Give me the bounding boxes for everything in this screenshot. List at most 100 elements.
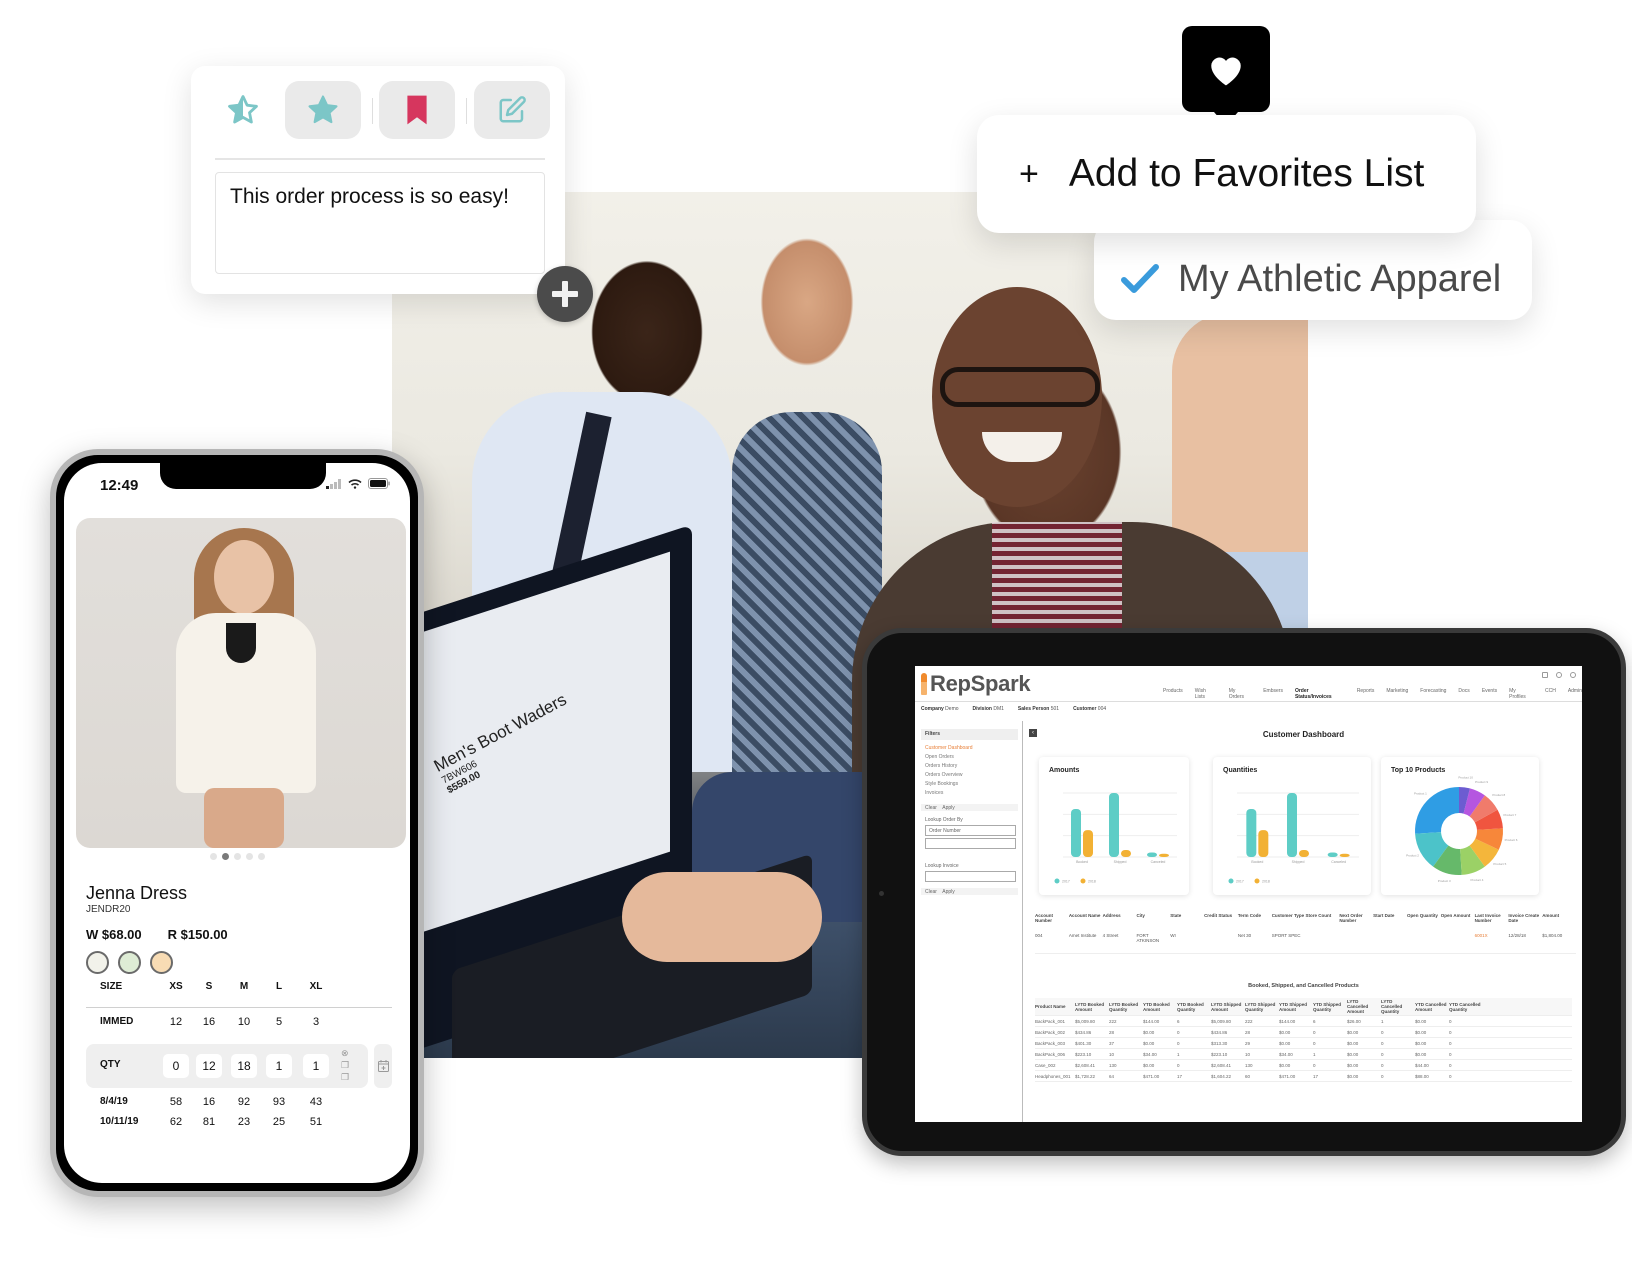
star-half-button[interactable] [205, 81, 281, 139]
product-image[interactable] [76, 518, 406, 848]
apply-button[interactable]: Apply [942, 805, 955, 811]
nav-item[interactable]: Admin [1568, 688, 1582, 700]
column-header[interactable]: LYTD Shipped Amount [1211, 1002, 1245, 1012]
sidebar-link[interactable]: Orders History [925, 762, 1022, 771]
carousel-dot[interactable] [245, 853, 253, 860]
sidebar-link[interactable]: Invoices [925, 789, 1022, 798]
grid-cell: 12 [169, 1016, 183, 1028]
column-header[interactable]: Product Name [1035, 1004, 1075, 1009]
grid-cell: 62 [169, 1116, 183, 1128]
model-legs [204, 788, 284, 848]
context-item[interactable]: Customer 004 [1073, 706, 1106, 712]
color-swatch[interactable] [86, 951, 109, 974]
account-cell [1407, 933, 1441, 943]
nav-item[interactable]: Embsers [1263, 688, 1283, 700]
qty-input[interactable]: 12 [196, 1054, 222, 1078]
calendar-button[interactable] [374, 1044, 392, 1088]
nav-item[interactable]: Marketing [1386, 688, 1408, 700]
sidebar-link[interactable]: Style Bookings [925, 780, 1022, 789]
column-header[interactable]: YTD Shipped Amount [1279, 1002, 1313, 1012]
table-row[interactable]: BackPack_003 $401.30 37 $0.00 0 $313.30 29 $0.0… [1035, 1038, 1572, 1049]
nav-item[interactable]: Forecasting [1420, 688, 1446, 700]
table-cell: 0 [1313, 1062, 1316, 1068]
account-cell: SPORT SPEC [1271, 933, 1301, 938]
repspark-logo[interactable]: RepSpark [921, 671, 1031, 697]
column-header[interactable]: YTD Shipped Quantity [1313, 1002, 1347, 1012]
legend-marker [1080, 878, 1086, 884]
context-item[interactable]: Division DM1 [973, 706, 1004, 712]
favorite-bubble[interactable] [1182, 26, 1270, 126]
column-header[interactable]: YTD Booked Amount [1143, 1002, 1177, 1012]
calendar-icon [377, 1060, 389, 1072]
add-to-favorites-button[interactable]: + Add to Favorites List [977, 115, 1476, 233]
add-button[interactable] [537, 266, 593, 322]
carousel-dot[interactable] [221, 853, 229, 860]
color-swatch[interactable] [150, 951, 173, 974]
account-column-header: Amount [1542, 913, 1560, 918]
amounts-chart-card: Amounts Booked Shipped Canceled 2017 2018 [1039, 757, 1189, 895]
nav-item[interactable]: My Profiles [1509, 688, 1533, 700]
clear-button[interactable]: Clear [925, 889, 937, 895]
nav-item[interactable]: Reports [1357, 688, 1375, 700]
bar [1327, 852, 1338, 857]
carousel-dots[interactable] [64, 853, 410, 860]
nav-item[interactable]: Docs [1458, 688, 1469, 700]
bar [1083, 830, 1093, 857]
nav-item[interactable]: Events [1482, 688, 1497, 700]
nav-item[interactable]: CCH [1545, 688, 1556, 700]
context-item[interactable]: Company Demo [921, 706, 959, 712]
account-column-header: City [1136, 913, 1145, 918]
qty-input[interactable]: 1 [266, 1054, 292, 1078]
bookmark-button[interactable] [379, 81, 455, 139]
nav-item[interactable]: Wish Lists [1195, 688, 1217, 700]
nav-item[interactable]: Order Status/Invoices [1295, 688, 1345, 700]
column-header[interactable]: LYTD Booked Amount [1075, 1002, 1109, 1012]
context-label: Division [972, 706, 994, 712]
column-header[interactable]: LYTD Shipped Quantity [1245, 1002, 1279, 1012]
table-cell: 17 [1313, 1073, 1319, 1079]
sidebar-link[interactable]: Customer Dashboard [925, 744, 1022, 753]
account-cell[interactable]: 6001X [1475, 933, 1509, 943]
clear-button[interactable]: Clear [925, 805, 937, 811]
column-header[interactable]: LYTD Booked Quantity [1109, 1002, 1143, 1012]
duplicate-icon[interactable]: ❐ [341, 1072, 349, 1083]
apply-button[interactable]: Apply [942, 889, 955, 895]
copy-icon[interactable]: ❐ [341, 1060, 349, 1071]
carousel-dot[interactable] [233, 853, 241, 860]
table-row[interactable]: BackPack_001 $5,009.80 222 $144.00 6 $5,009.8… [1035, 1016, 1572, 1027]
table-row[interactable]: BackPack_006 $223.10 10 $34.00 1 $223.10 10 $34… [1035, 1049, 1572, 1060]
qty-input[interactable]: 18 [231, 1054, 257, 1078]
lookup-order-input[interactable] [925, 838, 1016, 849]
help-icon[interactable] [1556, 672, 1562, 678]
color-swatch[interactable] [118, 951, 141, 974]
column-header[interactable]: YTD Booked Quantity [1177, 1002, 1211, 1012]
lookup-order-select[interactable]: Order Number [925, 825, 1016, 836]
column-header[interactable]: LYTD Cancelled Amount [1347, 999, 1381, 1014]
carousel-dot[interactable] [257, 853, 265, 860]
clear-icon[interactable]: ⊗ [341, 1048, 349, 1059]
sidebar-link[interactable]: Open Orders [925, 753, 1022, 762]
table-row[interactable]: Headphones_001 $1,728.22 64 $471.00 17 $1,604… [1035, 1071, 1572, 1082]
context-item[interactable]: Sales Person 501 [1018, 706, 1059, 712]
column-header[interactable]: YTD Cancelled Amount [1415, 1002, 1449, 1012]
table-row[interactable]: Case_002 $2,608.41 130 $0.00 0 $2,608.41 130 $0… [1035, 1060, 1572, 1071]
sidebar-link[interactable]: Orders Overview [925, 771, 1022, 780]
table-cell: 0 [1313, 1029, 1316, 1035]
favorites-list-item[interactable]: My Athletic Apparel [1094, 220, 1532, 320]
star-filled-button[interactable] [285, 81, 361, 139]
account-row[interactable]: 004 Amet Institute 4 Street FORT ATKINSON WI… [1035, 933, 1576, 954]
lookup-invoice-input[interactable] [925, 871, 1016, 882]
column-header[interactable]: YTD Cancelled Quantity [1449, 1002, 1483, 1012]
column-header[interactable]: LYTD Cancelled Quantity [1381, 999, 1415, 1014]
filters-sidebar: Filters Customer Dashboard Open Orders Ord… [915, 721, 1023, 1122]
nav-item[interactable]: My Orders [1229, 688, 1252, 700]
review-textarea[interactable]: This order process is so easy! [215, 172, 545, 274]
user-icon[interactable] [1570, 672, 1576, 678]
carousel-dot[interactable] [209, 853, 217, 860]
document-icon[interactable] [1542, 672, 1548, 678]
table-row[interactable]: BackPack_002 $434.86 28 $0.00 0 $434.86 28 $0.0… [1035, 1027, 1572, 1038]
nav-item[interactable]: Products [1163, 688, 1183, 700]
edit-button[interactable] [474, 81, 550, 139]
qty-input[interactable]: 0 [163, 1054, 189, 1078]
qty-input[interactable]: 1 [303, 1054, 329, 1078]
